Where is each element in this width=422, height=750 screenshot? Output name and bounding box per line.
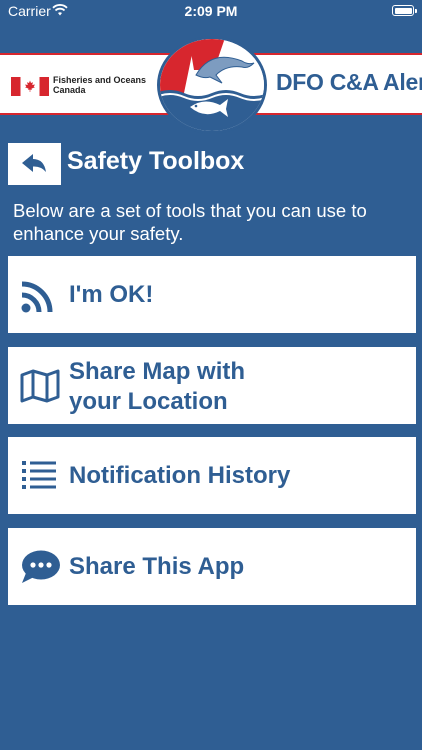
map-icon [20, 369, 60, 406]
notification-history-button[interactable]: Notification History [8, 437, 416, 514]
share-map-label: Share Map with your Location [69, 357, 245, 417]
back-arrow-icon [22, 154, 46, 172]
intro-text: Below are a set of tools that you can us… [13, 200, 367, 244]
clock: 2:09 PM [184, 3, 238, 19]
im-ok-label: I'm OK! [69, 281, 154, 308]
im-ok-button[interactable]: I'm OK! [8, 256, 416, 333]
page-title: Safety Toolbox [67, 147, 245, 175]
app-title: DFO C&A Alert [276, 69, 422, 95]
list-icon [20, 458, 58, 495]
share-map-button[interactable]: Share Map with your Location [8, 347, 416, 424]
status-bar: Carrier 2:09 PM [0, 0, 422, 22]
department-name: Fisheries and Oceans Canada [53, 75, 146, 95]
canada-flag-icon [11, 77, 49, 96]
share-map-label-line-1: Share Map with [69, 358, 246, 385]
rss-icon [20, 280, 54, 317]
back-button[interactable] [8, 143, 61, 185]
notification-history-label: Notification History [69, 462, 291, 489]
chat-bubble-icon [20, 549, 62, 588]
department-line-1: Fisheries and Oceans [53, 75, 147, 85]
share-app-label: Share This App [69, 553, 245, 580]
dfo-logo [156, 35, 268, 135]
department-line-2: Canada [53, 85, 86, 95]
battery-icon [392, 5, 417, 16]
share-map-label-line-2: your Location [69, 388, 228, 415]
share-app-button[interactable]: Share This App [8, 528, 416, 605]
